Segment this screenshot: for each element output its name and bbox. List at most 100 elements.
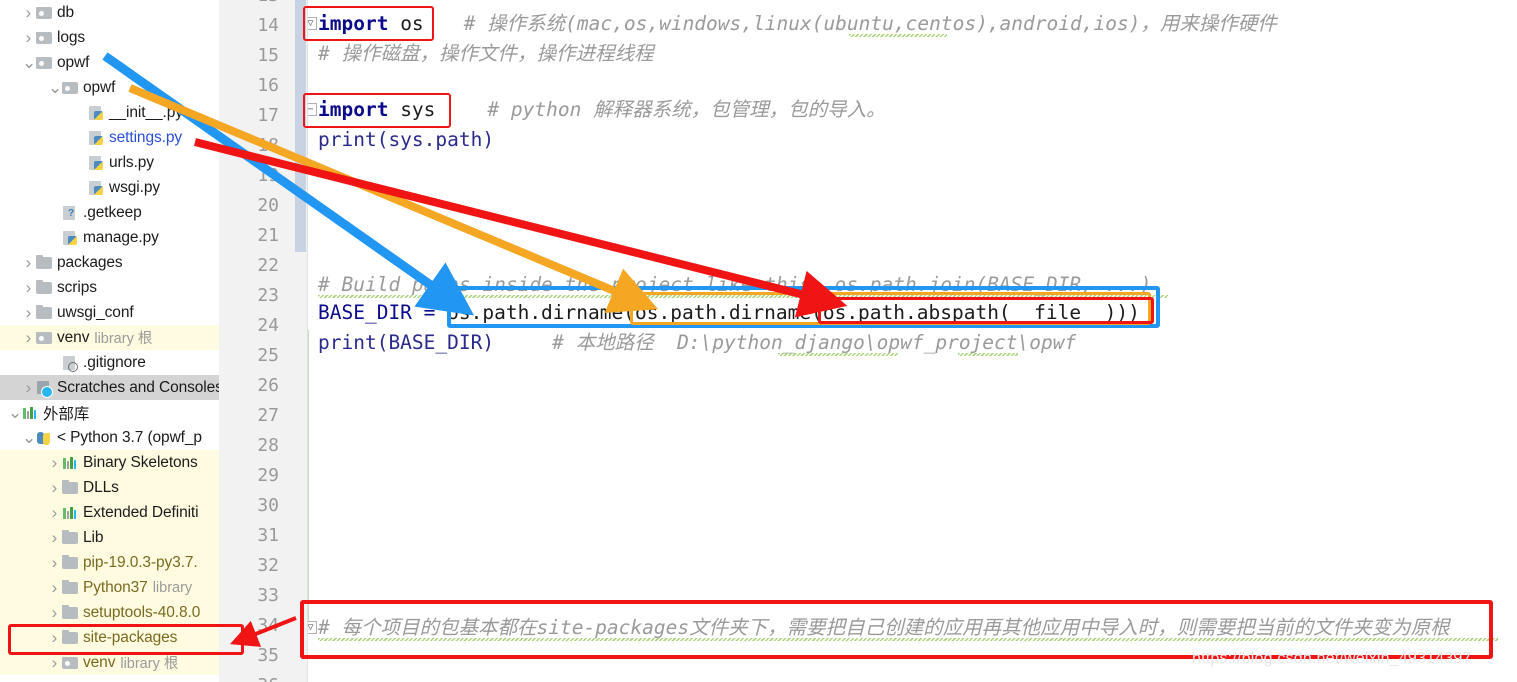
chevron-right-icon[interactable]: › — [48, 579, 61, 596]
tree-item-label: opwf — [83, 78, 116, 96]
tree-item-venv[interactable]: › venv library 根 — [0, 650, 219, 675]
tree-item-[interactable]: ⌄ 外部库 — [0, 400, 219, 425]
folder-icon — [61, 604, 80, 621]
chevron-right-icon[interactable]: › — [48, 654, 61, 671]
tree-item-dlls[interactable]: › DLLs — [0, 475, 219, 500]
line-number: 14 — [257, 15, 279, 36]
code-line-site-packages-comment[interactable]: # 每个项目的包基本都在site-packages文件夹下，需要把自己创建的应用… — [318, 618, 1450, 638]
tree-item-getkeep[interactable]: .getkeep — [0, 200, 219, 225]
tree-item-scratches-and-consoles[interactable]: › Scratches and Consoles — [0, 375, 219, 400]
line-number: 30 — [257, 495, 279, 516]
vcs-change-marker — [308, 330, 309, 630]
line-number: 32 — [257, 555, 279, 576]
module-sys: sys — [388, 98, 436, 121]
chevron-down-icon[interactable]: ⌄ — [22, 54, 36, 71]
code-line-import-sys[interactable]: import sys # python 解释器系统，包管理，包的导入。 — [318, 100, 886, 120]
code-line-comment-disk[interactable]: # 操作磁盘，操作文件，操作进程线程 — [318, 44, 653, 64]
tree-item-scrips[interactable]: › scrips — [0, 275, 219, 300]
tree-item-binary-skeletons[interactable]: › Binary Skeletons — [0, 450, 219, 475]
python-file-icon — [61, 230, 80, 246]
chevron-right-icon[interactable]: › — [22, 279, 35, 296]
tree-item-label: Scratches and Consoles — [57, 378, 219, 396]
tree-item-label: .getkeep — [83, 203, 142, 221]
chevron-right-icon[interactable]: › — [22, 254, 35, 271]
chevron-right-icon[interactable]: › — [22, 329, 35, 346]
chevron-right-icon[interactable]: › — [48, 454, 61, 471]
line-number: 35 — [257, 645, 279, 666]
line-number: 20 — [257, 195, 279, 216]
tree-item-packages[interactable]: › packages — [0, 250, 219, 275]
fold-marker-import-sys[interactable]: − — [308, 103, 317, 116]
chevron-right-icon[interactable]: › — [48, 479, 61, 496]
tree-item-site-packages[interactable]: › site-packages — [0, 625, 219, 650]
chevron-down-icon[interactable]: ⌄ — [48, 79, 62, 96]
tree-item-label: DLLs — [83, 478, 119, 496]
tree-item-sublabel: library 根 — [120, 656, 179, 672]
chevron-right-icon[interactable]: › — [22, 4, 35, 21]
file-ignored-icon — [61, 355, 80, 372]
tree-item-python-3-7-opwf-p[interactable]: ⌄ < Python 3.7 (opwf_p — [0, 425, 219, 450]
chevron-down-icon[interactable]: ⌄ — [22, 429, 36, 446]
code-editor[interactable]: import os # 操作系统(mac,os,windows,linux(ubu… — [308, 0, 1517, 682]
gutter-marker-strip[interactable] — [295, 0, 306, 252]
tree-item-settings-py[interactable]: settings.py — [0, 125, 219, 150]
fold-marker-site-comment[interactable]: ▽ — [308, 621, 317, 634]
tree-item-uwsgi-conf[interactable]: › uwsgi_conf — [0, 300, 219, 325]
module-folder-icon — [61, 80, 80, 96]
chevron-right-icon[interactable]: › — [22, 379, 35, 396]
keyword-import-sys: import — [318, 98, 389, 121]
chevron-right-icon[interactable]: › — [48, 629, 61, 646]
fold-marker-import-os[interactable]: ▽ — [308, 17, 317, 30]
tree-item-wsgi-py[interactable]: wsgi.py — [0, 175, 219, 200]
code-line-print-syspath[interactable]: print(sys.path) — [318, 130, 494, 150]
tree-item-sublabel: library 根 — [94, 331, 153, 347]
folder-icon — [61, 529, 80, 546]
chevron-right-icon[interactable]: › — [22, 304, 35, 321]
code-line-build-paths-comment[interactable]: # Build paths inside the project like th… — [318, 275, 1152, 295]
tree-item-label: venv — [57, 328, 90, 346]
tree-item-lib[interactable]: › Lib — [0, 525, 219, 550]
tree-item-label: db — [57, 3, 75, 21]
line-number: 17 — [257, 105, 279, 126]
code-line-basedir[interactable]: BASE_DIR = os.path.dirname(os.path.dirna… — [318, 303, 1140, 323]
python-file-icon — [87, 105, 106, 121]
tree-item-opwf[interactable]: ⌄ opwf — [0, 50, 219, 75]
chevron-right-icon[interactable]: › — [48, 554, 61, 571]
basedir-call-4: ) — [1128, 301, 1140, 324]
tree-item-setuptools-40-8-0[interactable]: › setuptools-40.8.0 — [0, 600, 219, 625]
chevron-right-icon[interactable]: › — [48, 529, 61, 546]
comment-import-sys: # python 解释器系统，包管理，包的导入。 — [487, 98, 886, 121]
code-line-import-os[interactable]: import os # 操作系统(mac,os,windows,linux(ubu… — [318, 14, 1277, 34]
chevron-right-icon[interactable]: › — [48, 604, 61, 621]
tree-item-opwf[interactable]: ⌄ opwf — [0, 75, 219, 100]
tree-item-label: site-packages — [83, 628, 178, 646]
tree-item-venv[interactable]: › venv library 根 — [0, 325, 219, 350]
project-tree-panel[interactable]: › db › logs ⌄ opwf ⌄ opwf __init__.py settings.py… — [0, 0, 219, 682]
tree-item-label: settings.py — [109, 128, 182, 146]
line-number: 24 — [257, 315, 279, 336]
tree-item-pip-19-0-3-py3-7[interactable]: › pip-19.0.3-py3.7. — [0, 550, 219, 575]
tree-item-manage-py[interactable]: manage.py — [0, 225, 219, 250]
chevron-right-icon[interactable]: › — [48, 504, 61, 521]
line-number-gutter: 13 14 15 16 17 18 19 20 21 22 23 24 25 26 27 28 29 30 31 32… — [219, 0, 308, 682]
tree-item-gitignore[interactable]: .gitignore — [0, 350, 219, 375]
tree-item-label: Python37 — [83, 578, 148, 596]
line-number: 25 — [257, 345, 279, 366]
code-line-print-basedir[interactable]: print(BASE_DIR) # 本地路径 D:\python_django\o… — [318, 333, 1076, 353]
line-number: 18 — [257, 135, 279, 156]
tree-item-logs[interactable]: › logs — [0, 25, 219, 50]
tree-item-init-py[interactable]: __init__.py — [0, 100, 219, 125]
tree-item-extended-definiti[interactable]: › Extended Definiti — [0, 500, 219, 525]
tree-item-python37[interactable]: › Python37 library — [0, 575, 219, 600]
comment-squiggle-build — [318, 295, 1168, 298]
chevron-right-icon[interactable]: › — [22, 29, 35, 46]
chevron-down-icon[interactable]: ⌄ — [8, 404, 22, 421]
screenshot-root: › db › logs ⌄ opwf ⌄ opwf __init__.py settings.py… — [0, 0, 1517, 682]
comment-squiggle-site — [318, 638, 1498, 641]
tree-item-label: 外部库 — [43, 405, 90, 423]
bars-icon — [61, 505, 80, 521]
tree-item-label: uwsgi_conf — [57, 303, 134, 321]
basedir-call-2: (os.path.dirname — [623, 301, 812, 324]
tree-item-db[interactable]: › db — [0, 0, 219, 25]
tree-item-urls-py[interactable]: urls.py — [0, 150, 219, 175]
